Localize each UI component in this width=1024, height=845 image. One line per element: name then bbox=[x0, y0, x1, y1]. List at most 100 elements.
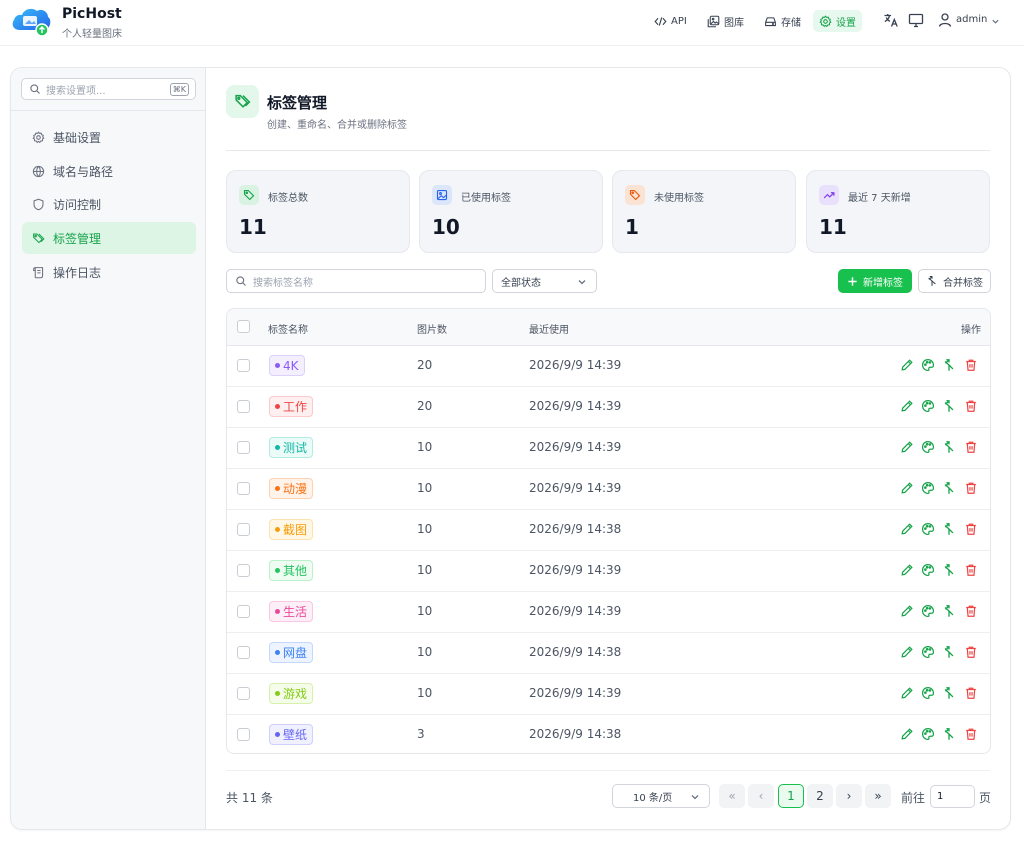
row-checkbox[interactable] bbox=[237, 646, 250, 659]
column-header-last-used[interactable]: 最近使用 bbox=[529, 321, 569, 336]
tag-color-dot bbox=[275, 527, 280, 532]
merge-icon[interactable] bbox=[942, 563, 956, 577]
nav-api[interactable]: API bbox=[648, 10, 693, 32]
stat-card-used: 已使用标签 10 bbox=[419, 170, 603, 253]
image-count: 20 bbox=[417, 358, 433, 372]
palette-icon[interactable] bbox=[921, 358, 935, 372]
palette-icon[interactable] bbox=[921, 481, 935, 495]
palette-icon[interactable] bbox=[921, 440, 935, 454]
tag-search-placeholder: 搜索标签名称 bbox=[253, 277, 313, 289]
palette-icon[interactable] bbox=[921, 522, 935, 536]
tag-color-dot bbox=[275, 650, 280, 655]
sidebar-divider bbox=[11, 110, 205, 111]
last-page-button[interactable]: » bbox=[865, 784, 891, 808]
scroll-icon bbox=[33, 266, 44, 278]
row-checkbox[interactable] bbox=[237, 400, 250, 413]
last-used: 2026/9/9 14:38 bbox=[529, 522, 622, 536]
table-row: 测试 10 2026/9/9 14:39 bbox=[227, 428, 990, 469]
stat-value: 11 bbox=[239, 215, 267, 239]
column-header-count[interactable]: 图片数 bbox=[417, 321, 447, 336]
translate-icon[interactable] bbox=[883, 12, 899, 28]
image-icon bbox=[436, 189, 448, 201]
new-tag-button[interactable]: 新增标签 bbox=[838, 269, 912, 293]
sidebar-item-tags[interactable]: 标签管理 bbox=[22, 222, 196, 254]
last-used: 2026/9/9 14:39 bbox=[529, 358, 622, 372]
edit-icon[interactable] bbox=[900, 481, 914, 495]
palette-icon[interactable] bbox=[921, 645, 935, 659]
row-checkbox[interactable] bbox=[237, 359, 250, 372]
palette-icon[interactable] bbox=[921, 727, 935, 741]
page-button-1[interactable]: 1 bbox=[778, 784, 804, 808]
monitor-icon[interactable] bbox=[908, 12, 924, 28]
trending-up-icon bbox=[823, 192, 835, 199]
row-checkbox[interactable] bbox=[237, 728, 250, 741]
delete-icon[interactable] bbox=[964, 686, 978, 700]
edit-icon[interactable] bbox=[900, 563, 914, 577]
edit-icon[interactable] bbox=[900, 440, 914, 454]
image-count: 10 bbox=[417, 686, 433, 700]
delete-icon[interactable] bbox=[964, 440, 978, 454]
sidebar-item-basic[interactable]: 基础设置 bbox=[22, 121, 196, 153]
sidebar-item-domain[interactable]: 域名与路径 bbox=[22, 155, 196, 187]
palette-icon[interactable] bbox=[921, 686, 935, 700]
prev-page-button[interactable]: ‹ bbox=[748, 784, 774, 808]
row-checkbox[interactable] bbox=[237, 687, 250, 700]
merge-icon[interactable] bbox=[942, 727, 956, 741]
nav-storage[interactable]: 存储 bbox=[758, 10, 807, 32]
edit-icon[interactable] bbox=[900, 399, 914, 413]
delete-icon[interactable] bbox=[964, 358, 978, 372]
row-checkbox[interactable] bbox=[237, 482, 250, 495]
sidebar-item-logs[interactable]: 操作日志 bbox=[22, 256, 196, 288]
merge-icon[interactable] bbox=[942, 522, 956, 536]
goto-page-input[interactable]: 1 bbox=[930, 785, 975, 808]
user-name[interactable]: admin bbox=[956, 14, 987, 25]
delete-icon[interactable] bbox=[964, 522, 978, 536]
merge-tags-button[interactable]: 合并标签 bbox=[918, 269, 991, 293]
settings-search-input[interactable]: 搜索设置项... ⌘K bbox=[21, 78, 196, 100]
row-checkbox[interactable] bbox=[237, 523, 250, 536]
edit-icon[interactable] bbox=[900, 604, 914, 618]
palette-icon[interactable] bbox=[921, 563, 935, 577]
edit-icon[interactable] bbox=[900, 358, 914, 372]
cloud-logo-icon bbox=[12, 8, 51, 37]
status-filter-select[interactable]: 全部状态 bbox=[492, 269, 597, 293]
page-size-select[interactable]: 10 条/页 bbox=[612, 784, 710, 808]
delete-icon[interactable] bbox=[964, 604, 978, 618]
edit-icon[interactable] bbox=[900, 522, 914, 536]
select-all-checkbox[interactable] bbox=[237, 320, 250, 333]
next-page-button[interactable]: › bbox=[836, 784, 862, 808]
merge-icon[interactable] bbox=[942, 440, 956, 454]
merge-icon[interactable] bbox=[942, 399, 956, 413]
column-header-name[interactable]: 标签名称 bbox=[268, 321, 308, 336]
row-checkbox[interactable] bbox=[237, 441, 250, 454]
edit-icon[interactable] bbox=[900, 727, 914, 741]
sidebar-item-label: 标签管理 bbox=[53, 231, 102, 246]
stat-icon-wrap bbox=[819, 185, 839, 205]
merge-icon[interactable] bbox=[942, 358, 956, 372]
delete-icon[interactable] bbox=[964, 481, 978, 495]
chevron-down-icon[interactable] bbox=[991, 17, 1000, 26]
nav-gallery[interactable]: 图库 bbox=[701, 10, 750, 32]
last-used: 2026/9/9 14:39 bbox=[529, 686, 622, 700]
palette-icon[interactable] bbox=[921, 399, 935, 413]
edit-icon[interactable] bbox=[900, 645, 914, 659]
merge-icon[interactable] bbox=[942, 645, 956, 659]
delete-icon[interactable] bbox=[964, 727, 978, 741]
first-page-button[interactable]: « bbox=[719, 784, 745, 808]
nav-settings[interactable]: 设置 bbox=[813, 10, 862, 32]
merge-icon[interactable] bbox=[942, 481, 956, 495]
merge-icon[interactable] bbox=[942, 686, 956, 700]
tag-chip: 工作 bbox=[269, 396, 314, 417]
delete-icon[interactable] bbox=[964, 645, 978, 659]
row-checkbox[interactable] bbox=[237, 605, 250, 618]
row-checkbox[interactable] bbox=[237, 564, 250, 577]
edit-icon[interactable] bbox=[900, 686, 914, 700]
delete-icon[interactable] bbox=[964, 399, 978, 413]
page-button-2[interactable]: 2 bbox=[807, 784, 833, 808]
palette-icon[interactable] bbox=[921, 604, 935, 618]
sidebar-item-access[interactable]: 访问控制 bbox=[22, 188, 196, 220]
delete-icon[interactable] bbox=[964, 563, 978, 577]
merge-icon[interactable] bbox=[942, 604, 956, 618]
tag-search-input[interactable]: 搜索标签名称 bbox=[226, 269, 486, 293]
merge-tags-label: 合并标签 bbox=[943, 277, 983, 289]
